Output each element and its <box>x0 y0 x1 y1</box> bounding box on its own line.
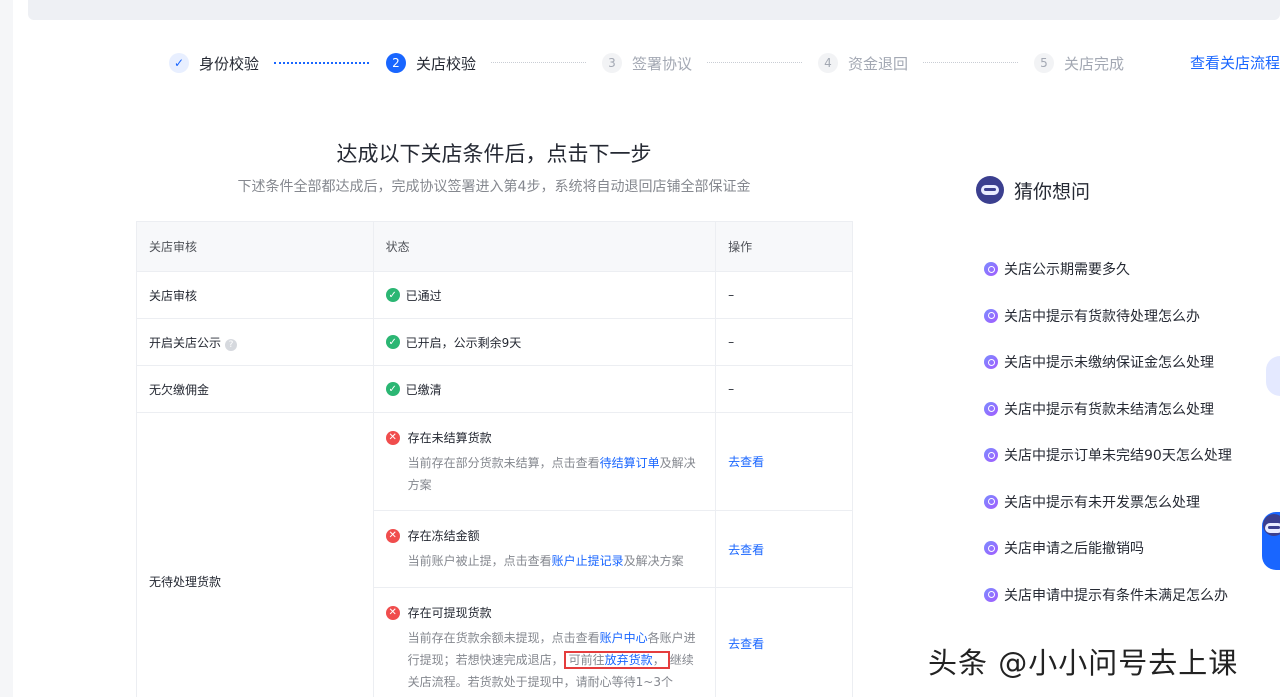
step-number: 2 <box>386 53 406 73</box>
question-item[interactable]: 关店中提示有货款未结清怎么处理 <box>984 386 1232 433</box>
robot-icon <box>1263 514 1280 536</box>
page-subtitle: 下述条件全部都达成后，完成协议签署进入第4步，系统将自动退回店铺全部保证金 <box>237 179 751 195</box>
step-connector <box>923 62 1018 63</box>
check-circle-icon: ✓ <box>385 335 400 349</box>
col-header-status: 状态 <box>373 221 717 272</box>
question-icon <box>984 587 998 602</box>
view-close-flow-link[interactable]: 查看关店流程 <box>1190 52 1280 73</box>
step-label: 签署协议 <box>632 54 693 73</box>
float-tab-button[interactable] <box>1266 356 1280 396</box>
status-text: 已通过 <box>405 288 442 303</box>
status-ok: ✓ 已通过 <box>385 287 442 304</box>
withdraw-block-record-link[interactable]: 账户止提记录 <box>552 554 624 568</box>
check-circle-icon: ✓ <box>385 382 400 396</box>
conditions-table: 关店审核 状态 操作 关店审核 ✓ 已通过 – 开启关店公示? ✓ 已开启，公示剩余… <box>136 221 853 697</box>
question-item[interactable]: 关店中提示未缴纳保证金怎么处理 <box>984 339 1232 386</box>
watermark: 头条 @小小问号去上课 <box>928 646 1239 680</box>
question-icon <box>984 401 998 416</box>
step-fund-return: 4 资金退回 <box>818 50 908 76</box>
left-rail <box>0 0 13 697</box>
close-circle-icon: ✕ <box>385 528 400 543</box>
question-item[interactable]: 关店公示期需要多久 <box>984 246 1232 293</box>
status-error: ✕ 存在冻结金额 <box>385 527 716 544</box>
status-error: ✕ 存在可提现货款 <box>385 604 716 621</box>
condition-name: 开启关店公示 <box>149 335 222 350</box>
status-desc: 当前存在部分货款未结算，点击查看待结算订单及解决方案 <box>407 456 696 492</box>
view-button[interactable]: 去查看 <box>728 455 764 469</box>
status-ok: ✓ 已开启，公示剩余9天 <box>385 334 522 351</box>
question-item[interactable]: 关店申请中提示有条件未满足怎么办 <box>984 572 1232 619</box>
question-icon <box>984 541 998 556</box>
step-sign-agreement: 3 签署协议 <box>602 50 692 76</box>
status-text: 已开启，公示剩余9天 <box>405 335 522 350</box>
step-connector <box>707 62 802 63</box>
step-close-check: 2 关店校验 <box>386 50 476 76</box>
assistant-float-button[interactable] <box>1262 512 1280 570</box>
help-icon[interactable]: ? <box>225 338 238 351</box>
step-connector <box>491 62 586 63</box>
step-label: 身份校验 <box>199 54 260 73</box>
question-icon <box>984 355 998 370</box>
question-item[interactable]: 关店中提示订单未完结90天怎么处理 <box>984 432 1232 479</box>
table-row: 关店审核 ✓ 已通过 – <box>136 271 853 319</box>
table-row: 无欠缴佣金 ✓ 已缴清 – <box>136 365 853 413</box>
question-icon <box>984 262 998 277</box>
step-close-complete: 5 关店完成 <box>1034 50 1124 76</box>
guess-title: 猜你想问 <box>1014 180 1091 203</box>
robot-icon <box>976 176 1004 204</box>
step-number: 3 <box>602 53 622 73</box>
question-icon <box>984 448 998 463</box>
question-icon <box>984 308 998 323</box>
highlight-box: 可前往放弃货款， <box>563 651 670 669</box>
action-cell: – <box>715 318 853 366</box>
step-label: 资金退回 <box>848 54 909 73</box>
status-text: 已缴清 <box>405 382 442 397</box>
table-row: 无待处理货款 ✕ 存在未结算货款 当前存在部分货款未结算，点击查看待结算订单及解决… <box>136 412 853 697</box>
check-icon: ✓ <box>169 53 189 73</box>
check-circle-icon: ✓ <box>385 288 400 302</box>
condition-name: 无待处理货款 <box>136 412 374 697</box>
page-title: 达成以下关店条件后，点击下一步 <box>336 142 652 166</box>
account-center-link[interactable]: 账户中心 <box>600 631 648 645</box>
stepper: ✓ 身份校验 2 关店校验 3 签署协议 4 资金退回 5 关店完成 <box>0 50 1280 76</box>
table-header: 关店审核 状态 操作 <box>136 221 853 272</box>
step-number: 4 <box>818 53 838 73</box>
condition-name: 关店审核 <box>136 271 374 319</box>
action-cell: – <box>715 365 853 413</box>
col-header-audit: 关店审核 <box>136 221 374 272</box>
guess-question-list: 关店公示期需要多久 关店中提示有货款待处理怎么办 关店中提示未缴纳保证金怎么处理… <box>984 246 1232 618</box>
close-circle-icon: ✕ <box>385 605 400 620</box>
give-up-payment-link[interactable]: 放弃货款 <box>605 653 653 667</box>
question-item[interactable]: 关店申请之后能撤销吗 <box>984 525 1232 572</box>
question-item[interactable]: 关店中提示有货款待处理怎么办 <box>984 293 1232 340</box>
step-label: 关店完成 <box>1064 54 1125 73</box>
action-cell: – <box>715 271 853 319</box>
status-desc: 当前存在货款余额未提现，点击查看账户中心各账户进行提现；若想快速完成退店， 可前往… <box>407 631 696 689</box>
condition-name: 无欠缴佣金 <box>136 365 374 413</box>
close-circle-icon: ✕ <box>385 430 400 445</box>
status-desc: 当前账户被止提，点击查看账户止提记录及解决方案 <box>407 554 684 568</box>
guess-panel-header: 猜你想问 <box>976 176 1090 204</box>
pending-orders-link[interactable]: 待结算订单 <box>600 456 660 470</box>
status-error: ✕ 存在未结算货款 <box>385 429 716 446</box>
status-ok: ✓ 已缴清 <box>385 381 442 398</box>
view-button[interactable]: 去查看 <box>728 637 764 651</box>
step-label: 关店校验 <box>416 54 477 73</box>
top-strip <box>28 0 1280 20</box>
view-button[interactable]: 去查看 <box>728 543 764 557</box>
step-number: 5 <box>1034 53 1054 73</box>
question-icon <box>984 494 998 509</box>
question-item[interactable]: 关店中提示有未开发票怎么处理 <box>984 479 1232 526</box>
step-connector <box>274 62 369 64</box>
step-identity-check: ✓ 身份校验 <box>169 50 259 76</box>
col-header-action: 操作 <box>715 221 853 272</box>
table-row: 开启关店公示? ✓ 已开启，公示剩余9天 – <box>136 318 853 366</box>
